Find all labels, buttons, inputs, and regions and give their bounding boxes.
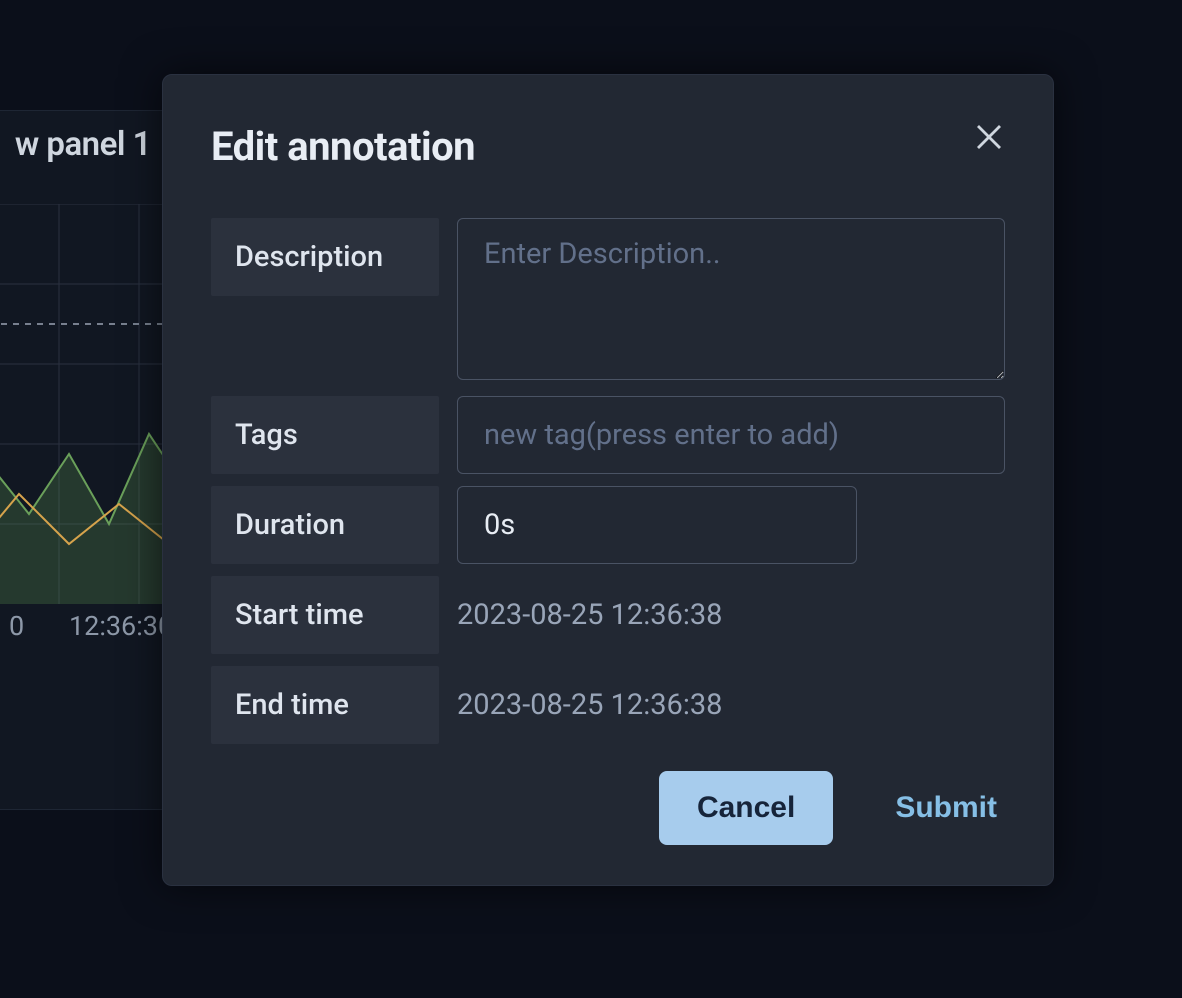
modal-title: Edit annotation xyxy=(211,123,1005,170)
x-tick: 0 xyxy=(9,610,24,642)
label-start-time: Start time xyxy=(211,576,439,654)
start-time-value: 2023-08-25 12:36:38 xyxy=(457,576,1005,654)
description-textarea[interactable] xyxy=(457,218,1005,380)
x-axis-labels: 0 12:36:30 xyxy=(0,610,151,640)
modal-footer: Cancel Submit xyxy=(659,771,1005,845)
background-chart xyxy=(0,204,151,604)
label-tags: Tags xyxy=(211,396,439,474)
panel-title: w panel 1 xyxy=(0,125,151,164)
label-duration: Duration xyxy=(211,486,439,564)
x-tick: 12:36:30 xyxy=(69,610,170,642)
row-start-time: Start time 2023-08-25 12:36:38 xyxy=(211,576,1005,654)
label-end-time: End time xyxy=(211,666,439,744)
row-end-time: End time 2023-08-25 12:36:38 xyxy=(211,666,1005,744)
row-duration: Duration xyxy=(211,486,1005,564)
annotation-form: Description Tags Duration Start time 202… xyxy=(211,218,1005,744)
background-panel: w panel 1 0 12: xyxy=(0,110,170,810)
row-description: Description xyxy=(211,218,1005,384)
cancel-button[interactable]: Cancel xyxy=(659,771,833,845)
submit-button[interactable]: Submit xyxy=(887,771,1005,845)
label-description: Description xyxy=(211,218,439,296)
tags-input[interactable] xyxy=(457,396,1005,474)
end-time-value: 2023-08-25 12:36:38 xyxy=(457,666,1005,744)
duration-input[interactable] xyxy=(457,486,857,564)
row-tags: Tags xyxy=(211,396,1005,474)
close-icon xyxy=(974,122,1004,152)
close-button[interactable] xyxy=(965,113,1013,161)
edit-annotation-modal: Edit annotation Description Tags Duratio… xyxy=(162,74,1054,886)
